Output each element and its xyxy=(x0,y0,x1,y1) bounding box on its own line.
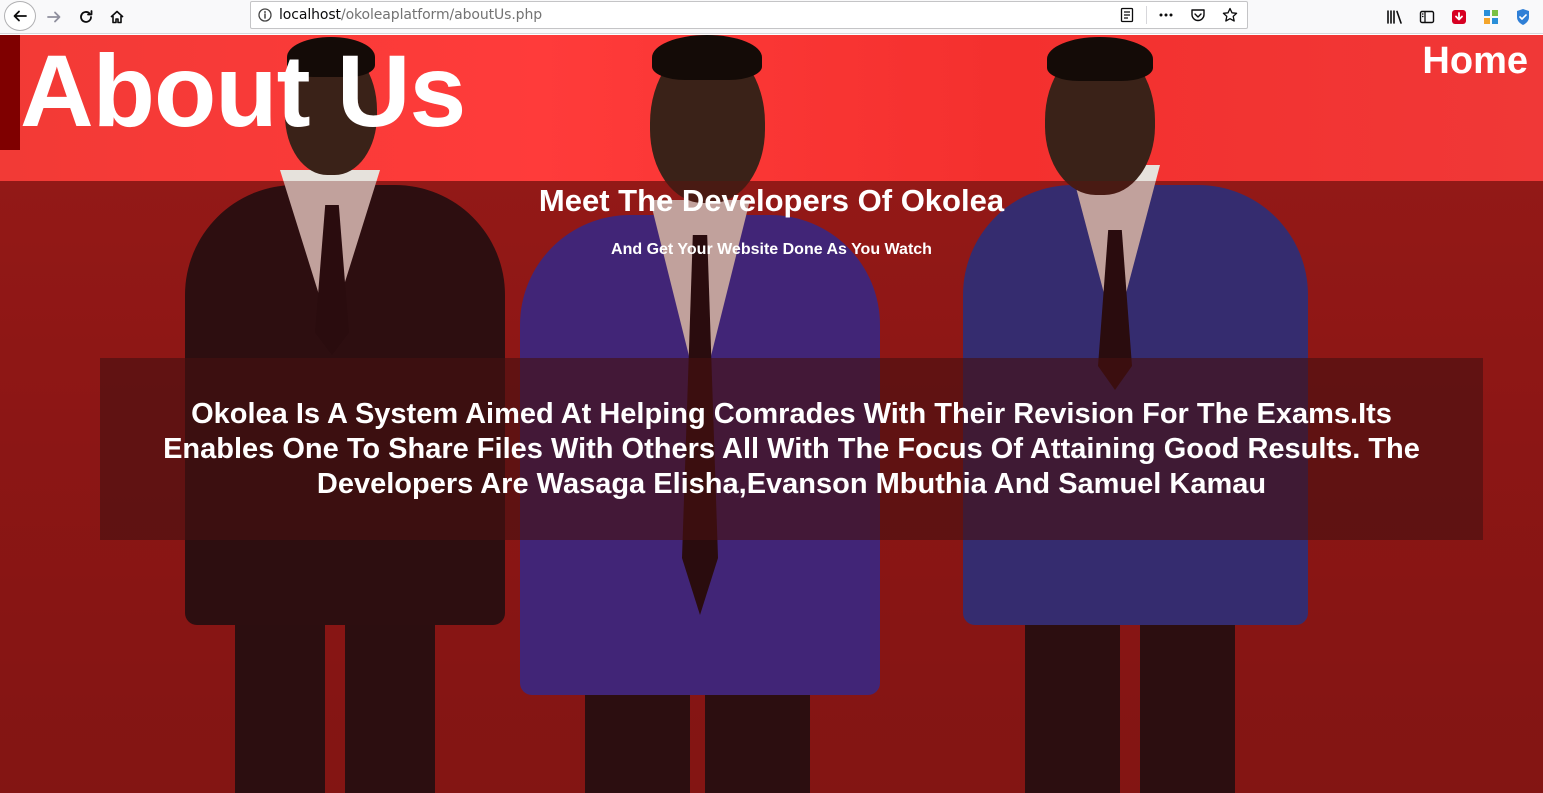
about-info-box: Okolea Is A System Aimed At Helping Comr… xyxy=(100,358,1483,540)
reader-view-icon xyxy=(1120,7,1134,23)
home-link[interactable]: Home xyxy=(1422,39,1528,83)
site-info-button[interactable] xyxy=(251,2,279,28)
extension-icon xyxy=(1484,10,1498,24)
pocket-button[interactable] xyxy=(1185,2,1211,28)
about-description: Okolea Is A System Aimed At Helping Comr… xyxy=(163,397,1420,500)
about-page: About Us Home Meet The Developers Of Oko… xyxy=(0,35,1543,793)
back-button[interactable] xyxy=(4,1,36,31)
library-button[interactable] xyxy=(1383,5,1407,29)
download-extension-button[interactable] xyxy=(1447,5,1471,29)
url-separator xyxy=(1146,6,1147,24)
toolbar-right-icons xyxy=(1383,3,1535,31)
photo-shape xyxy=(1047,37,1153,81)
extension-shield-button[interactable] xyxy=(1511,5,1535,29)
hero-subheading: And Get Your Website Done As You Watch xyxy=(611,241,932,258)
bookmark-button[interactable] xyxy=(1217,2,1243,28)
url-path: /okoleaplatform/aboutUs.php xyxy=(340,7,543,23)
more-icon xyxy=(1159,13,1173,17)
sidebar-icon xyxy=(1419,10,1435,24)
home-button[interactable] xyxy=(103,3,131,31)
library-icon xyxy=(1387,10,1402,24)
url-actions xyxy=(1114,2,1243,28)
browser-toolbar: localhost/okoleaplatform/aboutUs.php xyxy=(0,0,1543,34)
home-icon xyxy=(110,10,124,24)
info-icon xyxy=(258,8,272,22)
reader-view-button[interactable] xyxy=(1114,2,1140,28)
url-bar[interactable]: localhost/okoleaplatform/aboutUs.php xyxy=(250,1,1248,29)
back-icon xyxy=(13,10,27,22)
page-actions-button[interactable] xyxy=(1153,2,1179,28)
page-title: About Us xyxy=(20,35,466,148)
reload-button[interactable] xyxy=(72,3,100,31)
extension-button[interactable] xyxy=(1479,5,1503,29)
reload-icon xyxy=(80,10,93,23)
forward-button[interactable] xyxy=(40,3,68,31)
pocket-icon xyxy=(1191,9,1205,22)
download-icon xyxy=(1452,10,1466,24)
title-accent-bar xyxy=(0,35,20,150)
bookmark-star-icon xyxy=(1222,7,1238,22)
photo-shape xyxy=(652,35,762,80)
forward-icon xyxy=(47,11,61,23)
extension-shield-icon xyxy=(1517,9,1529,25)
url-host: localhost xyxy=(279,7,341,23)
sidebar-button[interactable] xyxy=(1415,5,1439,29)
hero-heading: Meet The Developers Of Okolea xyxy=(538,183,1005,218)
url-text[interactable]: localhost/okoleaplatform/aboutUs.php xyxy=(279,7,542,23)
